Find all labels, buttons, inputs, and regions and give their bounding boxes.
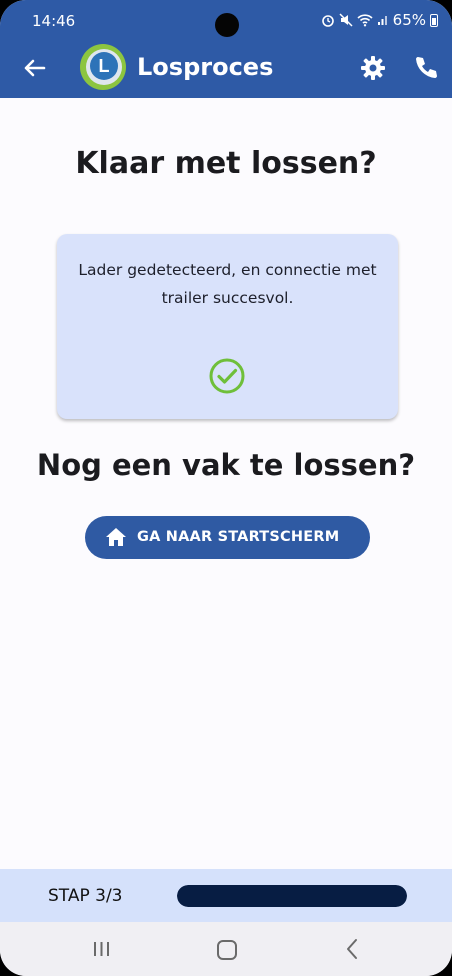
back-arrow-icon[interactable] (18, 52, 50, 84)
go-to-home-button[interactable]: GA NAAR STARTSCHERM (85, 516, 370, 559)
wifi-icon (357, 14, 373, 27)
home-nav-icon[interactable] (217, 940, 237, 960)
status-bar: 14:46 65% (0, 0, 452, 40)
back-nav-icon[interactable] (343, 938, 361, 960)
step-bar: STAP 3/3 (0, 869, 452, 922)
status-icons: 65% (321, 11, 438, 29)
top-bar: 14:46 65% L Losproces (0, 0, 452, 98)
status-card-text: Lader gedetecteerd, en connectie met tra… (78, 261, 377, 307)
battery-icon (430, 13, 438, 27)
app-logo: L (80, 44, 126, 90)
home-icon (106, 528, 126, 546)
app-bar: L Losproces (0, 40, 452, 98)
recent-apps-icon[interactable] (93, 941, 110, 957)
system-nav-bar (0, 922, 452, 976)
alarm-icon (321, 15, 334, 27)
logo-letter: L (90, 52, 118, 80)
step-label: STAP 3/3 (48, 886, 123, 906)
settings-gear-icon[interactable] (360, 55, 386, 81)
question-heading: Nog een vak te lossen? (36, 448, 416, 482)
phone-icon[interactable] (412, 54, 440, 82)
step-progress-bar (177, 885, 407, 907)
battery-percentage: 65% (392, 11, 426, 29)
page-heading: Klaar met lossen? (75, 146, 377, 181)
go-to-home-label: GA NAAR STARTSCHERM (137, 529, 340, 545)
mute-icon (339, 13, 353, 27)
step-progress-fill (177, 885, 407, 907)
camera-cutout (215, 13, 239, 37)
status-card: Lader gedetecteerd, en connectie met tra… (57, 234, 398, 419)
signal-icon (377, 16, 387, 25)
screen: 14:46 65% L Losproces Klaar met lossen? … (0, 0, 452, 976)
success-check-icon (209, 358, 245, 394)
status-time: 14:46 (32, 12, 76, 30)
app-title: Losproces (137, 53, 274, 81)
